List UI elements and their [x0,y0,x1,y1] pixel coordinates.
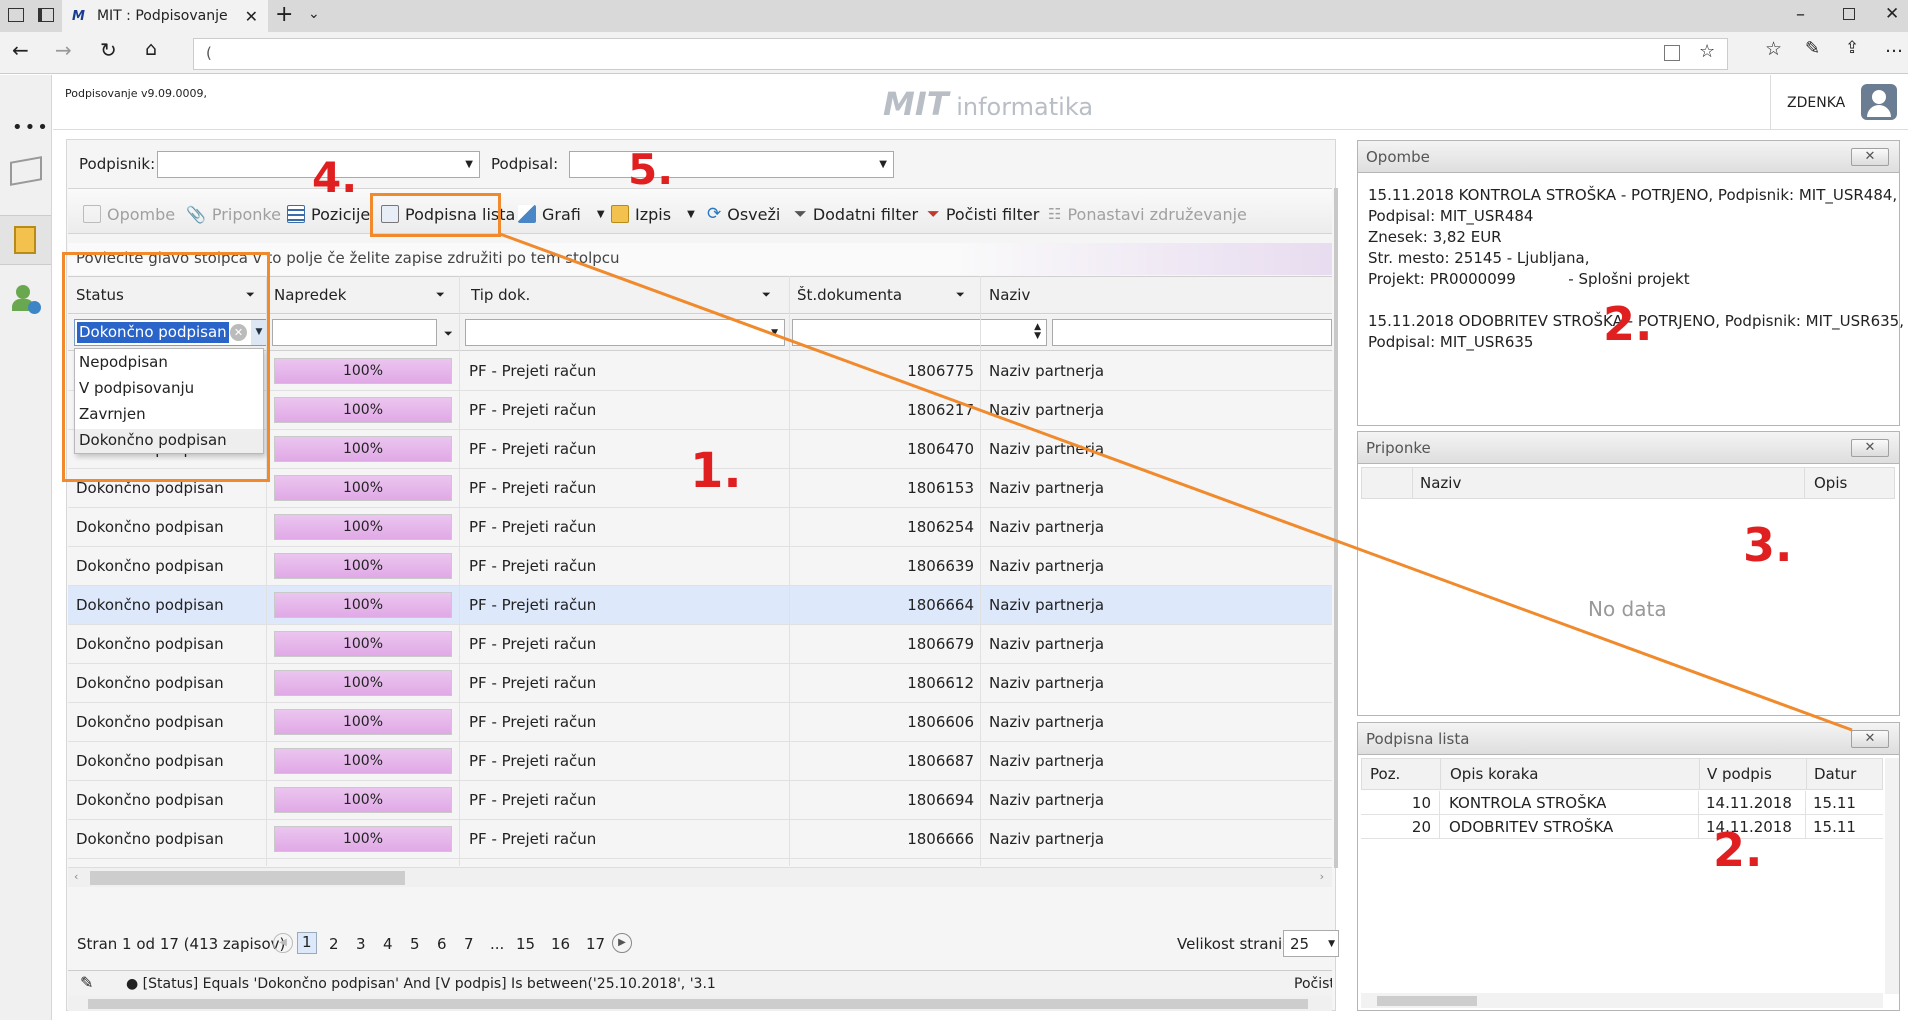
annotation-label-5: 5. [628,145,674,194]
annotation-label-2-notes: 2. [1603,297,1653,351]
annotation-label-2-signature: 2. [1713,823,1763,877]
annotation-arrow-line [499,232,1853,732]
annotation-label-3: 3. [1743,518,1793,572]
annotation-label-4: 4. [312,153,358,202]
annotation-label-1: 1. [690,443,742,499]
